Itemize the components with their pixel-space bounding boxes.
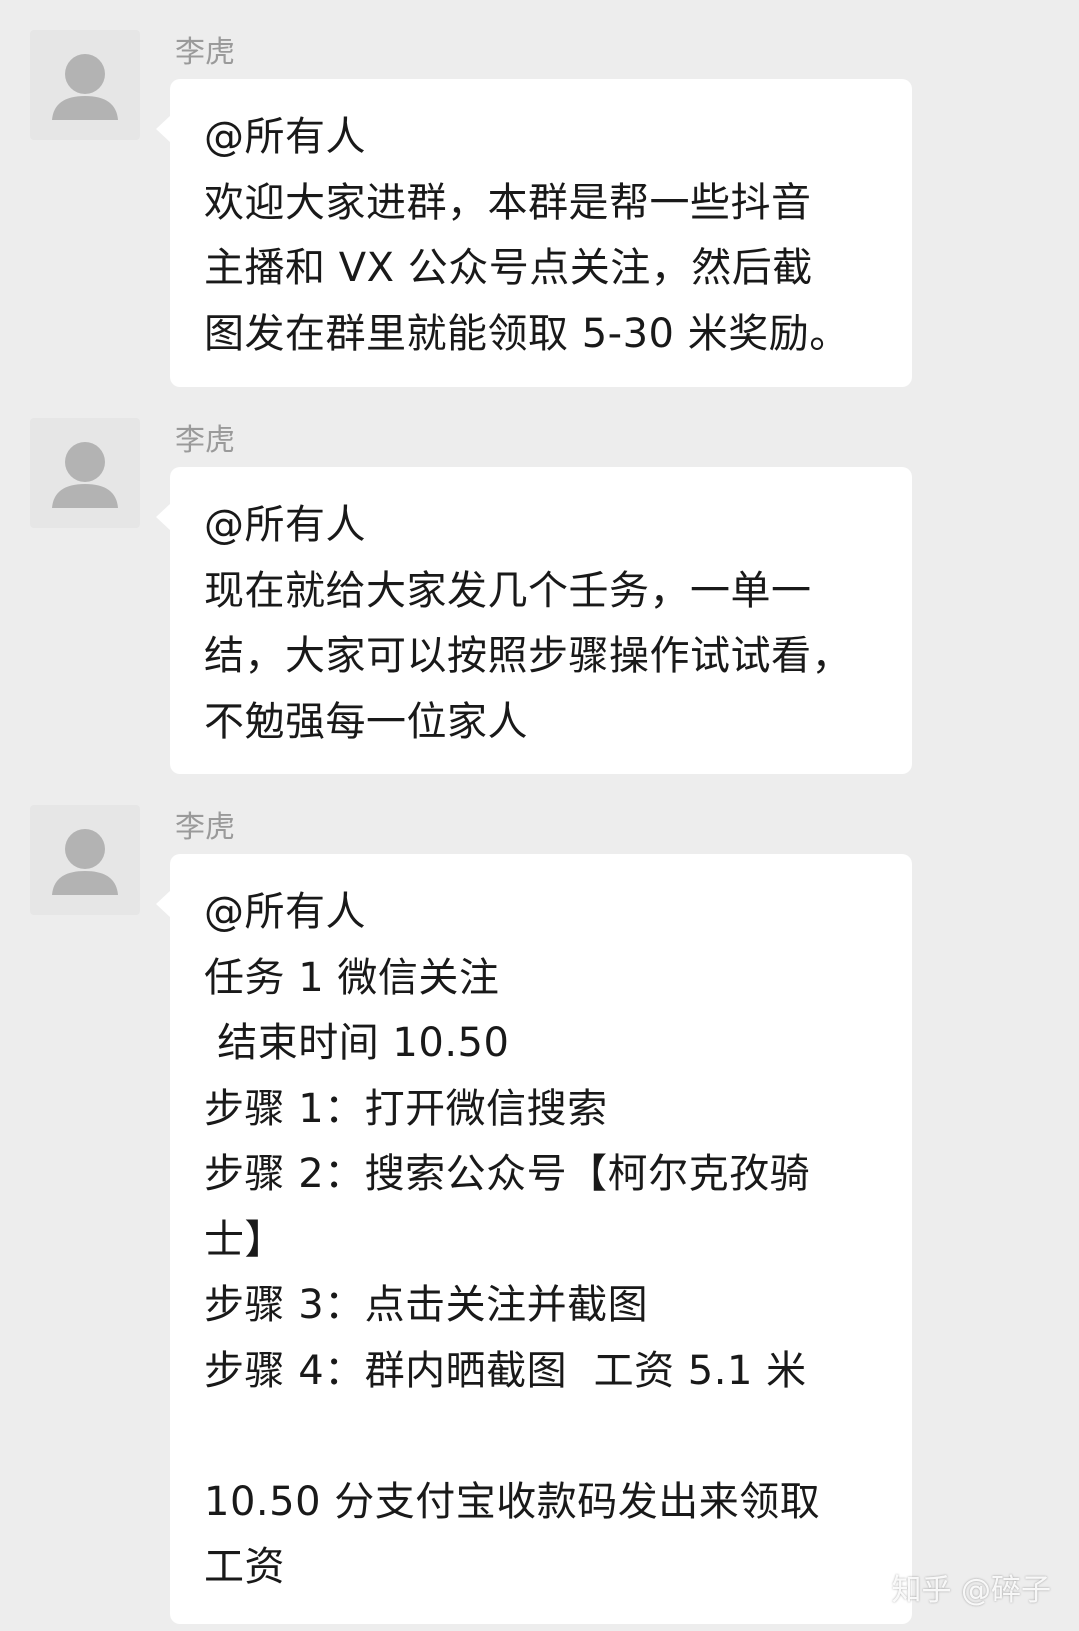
message-line: @所有人 xyxy=(204,502,366,548)
message-bubble[interactable]: @所有人 任务 1 微信关注 结束时间 10.50 步骤 1：打开微信搜索 步骤… xyxy=(156,854,912,1624)
avatar[interactable] xyxy=(30,418,140,528)
message-line: 士】 xyxy=(204,1216,285,1263)
message-line xyxy=(204,1404,882,1470)
message-line: 任务 1 微信关注 xyxy=(204,954,500,1001)
watermark: 知乎 @碎子 xyxy=(891,1573,1051,1608)
default-avatar-icon xyxy=(52,442,118,508)
message-line: 步骤 3：点击关注并截图 xyxy=(204,1282,649,1328)
message-line: 步骤 4：群内晒截图 工资 5.1 米 xyxy=(204,1347,807,1394)
message-line: 欢迎大家进群，本群是帮一些抖音 xyxy=(204,179,812,226)
sender-name: 李虎 xyxy=(175,423,235,458)
message-line: 主播和 VX 公众号点关注，然后截 xyxy=(204,245,813,291)
message-line: 步骤 2：搜索公众号【柯尔克孜骑 xyxy=(204,1151,811,1197)
avatar[interactable] xyxy=(30,805,140,915)
message-line: @所有人 xyxy=(204,889,366,935)
message-bubble[interactable]: @所有人 欢迎大家进群，本群是帮一些抖音 主播和 VX 公众号点关注，然后截 图… xyxy=(156,79,912,387)
message-line: @所有人 xyxy=(204,114,366,160)
default-avatar-icon xyxy=(52,829,118,895)
sender-name: 李虎 xyxy=(175,35,235,70)
message-line: 步骤 1：打开微信搜索 xyxy=(204,1085,608,1132)
default-avatar-icon xyxy=(52,54,118,120)
avatar[interactable] xyxy=(30,30,140,140)
message-bubble[interactable]: @所有人 现在就给大家发几个壬务，一单一 结，大家可以按照步骤操作试试看， 不勉… xyxy=(156,467,912,774)
message-line: 10.50 分支付宝收款码发出来领取 xyxy=(204,1478,821,1525)
message-line: 结束时间 10.50 xyxy=(204,1020,510,1066)
message-line: 现在就给大家发几个壬务，一单一 xyxy=(204,567,812,614)
message-line: 不勉强每一位家人 xyxy=(204,698,528,745)
message-line: 结，大家可以按照步骤操作试试看， xyxy=(204,633,852,679)
message-line: 工资 xyxy=(204,1544,285,1590)
sender-name: 李虎 xyxy=(175,810,235,845)
message-line: 图发在群里就能领取 5-30 米奖励。 xyxy=(204,310,850,357)
